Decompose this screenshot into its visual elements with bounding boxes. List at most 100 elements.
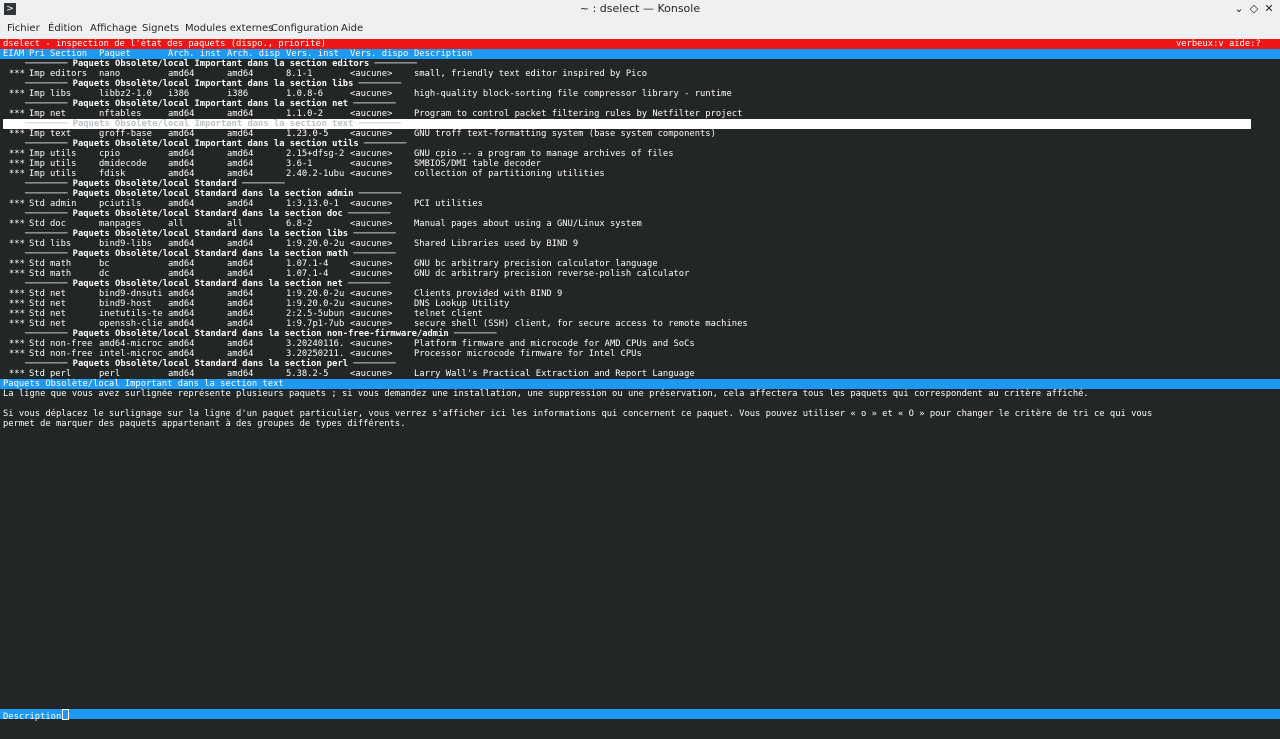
package-row[interactable]: *** Std net inetutils-te amd64 amd64 2:2.5-5ub… (0, 309, 1280, 319)
group-header-row[interactable]: ──────── Paquets Obsolète/local Standard… (0, 279, 1280, 289)
cell-vers-inst: 2:2.5-5ubun (286, 309, 345, 319)
cell-vers-inst: 1.0.8-6 (286, 89, 324, 99)
window-title: ~ : dselect — Konsole (579, 2, 701, 15)
menu-configuration[interactable]: Configuration (271, 23, 339, 34)
group-header-row[interactable]: ──────── Paquets Obsolète/local Standard… (0, 359, 1280, 369)
col-arch-disp: Arch. disp (227, 49, 280, 59)
selected-group-row[interactable]: ──────── Paquets Obsolète/local Importan… (3, 119, 1251, 129)
group-header-row[interactable]: ──────── Paquets Obsolète/local Standard… (0, 229, 1280, 239)
cell-description: Larry Wall's Practical Extraction and Re… (414, 369, 695, 379)
package-row[interactable]: *** Imp utils fdisk amd64 amd64 2.40.2-1ubu <au… (0, 169, 1280, 179)
group-header-row[interactable]: ──────── Paquets Obsolète/local Importan… (0, 79, 1280, 89)
package-row[interactable]: *** Std net openssh-clie amd64 amd64 1:9.7p1-7… (0, 319, 1280, 329)
col-vers-dispo: Vers. dispo (350, 49, 409, 59)
menu-signets[interactable]: Signets (142, 23, 179, 34)
package-row[interactable]: *** Std non-free amd64-microc amd64 amd64 3.20… (0, 339, 1280, 349)
cell-vers-dispo: <aucune> (350, 149, 393, 159)
chevron-down-icon[interactable]: ⌄ (1231, 1, 1247, 17)
cell-arch-disp: i386 (227, 89, 249, 99)
cell-package: bind9-libs (99, 239, 152, 249)
package-row[interactable]: *** Std math bc amd64 amd64 1.07.1-4 <aucune> GN… (0, 259, 1280, 269)
cell-pri: Std (29, 219, 45, 229)
cell-arch-inst: amd64 (168, 309, 195, 319)
cell-pri: Imp (29, 69, 45, 79)
cell-vers-dispo: <aucune> (350, 339, 393, 349)
cell-vers-dispo: <aucune> (350, 169, 393, 179)
dselect-title-bar: dselect - inspection de l'état des paque… (0, 39, 1280, 49)
cell-pri: Imp (29, 109, 45, 119)
cell-description: Shared Libraries used by BIND 9 (414, 239, 579, 249)
menu-modules-externes[interactable]: Modules externes (185, 23, 273, 34)
group-header-row[interactable]: ──────── Paquets Obsolète/local Standard… (0, 189, 1280, 199)
package-row[interactable]: *** Std math dc amd64 amd64 1.07.1-4 <aucune> GN… (0, 269, 1280, 279)
menu-aide[interactable]: Aide (341, 23, 363, 34)
package-row[interactable]: *** Imp editors nano amd64 amd64 8.1-1 <aucune>… (0, 69, 1280, 79)
menu-edition[interactable]: Édition (48, 23, 83, 34)
cell-arch-disp: amd64 (227, 129, 254, 139)
package-row[interactable]: *** Imp text groff-base amd64 amd64 1.23.0-5 <a… (0, 129, 1280, 139)
package-row[interactable]: *** Std non-free intel-microc amd64 amd64 3.20… (0, 349, 1280, 359)
group-header-label: ──────── Paquets Obsolète/local Standard… (25, 249, 396, 259)
package-row[interactable]: *** Std perl perl amd64 amd64 5.38.2-5 <aucune>… (0, 369, 1280, 379)
group-header-row[interactable]: ──────── Paquets Obsolète/local Standard… (0, 249, 1280, 259)
menu-fichier[interactable]: Fichier (7, 23, 40, 34)
group-header-row[interactable]: ──────── Paquets Obsolète/local Importan… (0, 59, 1280, 69)
package-row[interactable]: *** Imp utils cpio amd64 amd64 2.15+dfsg-2 <auc… (0, 149, 1280, 159)
cell-package: bc (99, 259, 110, 269)
cell-section: net (50, 319, 66, 329)
cell-vers-inst: 1:9.7p1-7ub (286, 319, 345, 329)
cell-arch-disp: amd64 (227, 149, 254, 159)
package-row[interactable]: *** Std libs bind9-libs amd64 amd64 1:9.20.0-2… (0, 239, 1280, 249)
group-header-row[interactable]: ──────── Paquets Obsolète/local Importan… (0, 99, 1280, 109)
package-row[interactable]: *** Std net bind9-host amd64 amd64 1:9.20.0-2u… (0, 299, 1280, 309)
package-row[interactable]: *** Std net bind9-dnsuti amd64 amd64 1:9.20.0-… (0, 289, 1280, 299)
menubar: Fichier Édition Affichage Signets Module… (0, 19, 1280, 40)
cell-vers-inst: 1.07.1-4 (286, 269, 329, 279)
cell-package: pciutils (99, 199, 142, 209)
group-header-row[interactable]: ──────── Paquets Obsolète/local Importan… (0, 139, 1280, 149)
cell-description: GNU bc arbitrary precision calculator la… (414, 259, 658, 269)
cell-vers-inst: 1:9.20.0-2u (286, 299, 345, 309)
col-section: Section (50, 49, 88, 59)
maximize-icon[interactable]: ◇ (1246, 1, 1262, 17)
cell-vers-inst: 3.20240116. (286, 339, 345, 349)
cell-arch-inst: amd64 (168, 369, 195, 379)
cell-description: Processor microcode firmware for Intel C… (414, 349, 642, 359)
cell-package: fdisk (99, 169, 126, 179)
package-row[interactable]: *** Imp libs libbz2-1.0 i386 i386 1.0.8-6 <aucu… (0, 89, 1280, 99)
cell-pri: Imp (29, 129, 45, 139)
cell-vers-inst: 2.40.2-1ubu (286, 169, 345, 179)
package-row[interactable]: *** Imp utils dmidecode amd64 amd64 3.6-1 <aucu… (0, 159, 1280, 169)
cell-vers-dispo: <aucune> (350, 269, 393, 279)
cell-section: net (50, 109, 66, 119)
status-bar: Description (0, 709, 1280, 722)
cell-description: telnet client (414, 309, 483, 319)
cell-arch-inst: amd64 (168, 299, 195, 309)
cell-arch-inst: amd64 (168, 339, 195, 349)
group-header-row[interactable]: ──────── Paquets Obsolète/local Standard… (0, 209, 1280, 219)
group-header-label: ──────── Paquets Obsolète/local Standard… (25, 189, 402, 199)
group-header-row[interactable]: ──────── Paquets Obsolète/local Standard… (0, 179, 1280, 189)
cell-section: math (50, 259, 72, 269)
cell-pri: Std (29, 369, 45, 379)
cell-arch-inst: amd64 (168, 69, 195, 79)
package-row[interactable]: *** Imp net nftables amd64 amd64 1.1.0-2 <aucun… (0, 109, 1280, 119)
cell-package: libbz2-1.0 (99, 89, 152, 99)
cell-description: DNS Lookup Utility (414, 299, 510, 309)
cell-package: nftables (99, 109, 142, 119)
package-row[interactable]: *** Std admin pciutils amd64 amd64 1:3.13.0-1 <… (0, 199, 1280, 209)
menu-affichage[interactable]: Affichage (90, 23, 137, 34)
cell-vers-dispo: <aucune> (350, 89, 393, 99)
info-title-bar: Paquets Obsolète/local Important dans la… (0, 379, 1280, 389)
cell-vers-inst: 1.07.1-4 (286, 259, 329, 269)
cell-package: bind9-dnsuti (99, 289, 163, 299)
group-header-row[interactable]: ──────── Paquets Obsolète/local Standard… (0, 329, 1280, 339)
cell-arch-inst: all (168, 219, 184, 229)
cell-section: admin (50, 199, 77, 209)
terminal-area[interactable]: dselect - inspection de l'état des paque… (0, 39, 1280, 722)
info-line: La ligne que vous avez surlignée représe… (0, 389, 1280, 399)
package-row[interactable]: *** Std doc manpages all all 6.8-2 <aucune> Manu… (0, 219, 1280, 229)
cell-eiam: *** (9, 89, 25, 99)
cell-vers-inst: 1.23.0-5 (286, 129, 329, 139)
close-icon[interactable]: ✕ (1261, 1, 1277, 17)
